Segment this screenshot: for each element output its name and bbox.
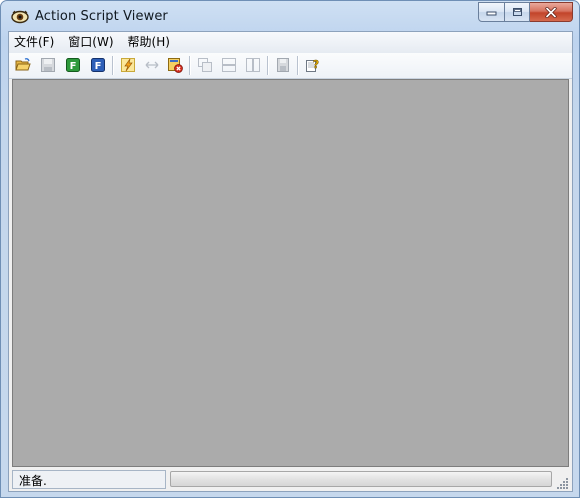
open-folder-icon[interactable] [15, 57, 31, 73]
mdi-workspace[interactable] [12, 79, 569, 467]
status-bar: 准备. [9, 469, 572, 491]
title-bar[interactable]: Action Script Viewer [1, 1, 579, 31]
menu-window[interactable]: 窗口(W) [61, 32, 120, 53]
progress-bar [170, 471, 552, 487]
menu-help[interactable]: 帮助(H) [121, 32, 177, 53]
toolbar-separator [297, 56, 299, 75]
blue-f-icon[interactable]: F [90, 57, 106, 73]
svg-text:F: F [70, 61, 77, 72]
close-button[interactable] [530, 2, 573, 22]
cascade-icon[interactable] [197, 57, 213, 73]
app-window: Action Script Viewer 文件(F) 窗口(W) 帮助(H) F… [0, 0, 580, 498]
eye-icon[interactable] [11, 10, 29, 24]
toolbar: F F ? [9, 53, 572, 79]
svg-text:?: ? [313, 58, 319, 71]
caption-buttons [478, 2, 573, 22]
client-area: 文件(F) 窗口(W) 帮助(H) F F ? 准备. [8, 31, 573, 492]
menu-bar: 文件(F) 窗口(W) 帮助(H) [9, 32, 572, 53]
maximize-button[interactable] [505, 2, 530, 22]
toolbar-separator [112, 56, 114, 75]
close-icon [545, 6, 557, 18]
toolbar-separator [267, 56, 269, 75]
maximize-icon [512, 8, 522, 16]
window-title: Action Script Viewer [35, 9, 168, 24]
toolbar-separator [189, 56, 191, 75]
status-text: 准备. [19, 474, 47, 488]
help-icon[interactable]: ? [305, 57, 321, 73]
tile-horizontal-icon[interactable] [221, 57, 237, 73]
status-pane: 准备. [12, 470, 166, 489]
resize-arrows-icon[interactable] [144, 57, 160, 73]
tile-vertical-icon[interactable] [245, 57, 261, 73]
save-as-icon[interactable] [275, 57, 291, 73]
minimize-icon [486, 11, 497, 16]
lightning-icon[interactable] [120, 57, 136, 73]
minimize-button[interactable] [478, 2, 505, 22]
green-f-icon[interactable]: F [65, 57, 81, 73]
save-icon[interactable] [40, 57, 56, 73]
close-file-icon[interactable] [167, 57, 183, 73]
menu-file[interactable]: 文件(F) [9, 32, 61, 53]
svg-text:F: F [95, 61, 102, 72]
resize-grip-icon[interactable] [557, 477, 569, 489]
